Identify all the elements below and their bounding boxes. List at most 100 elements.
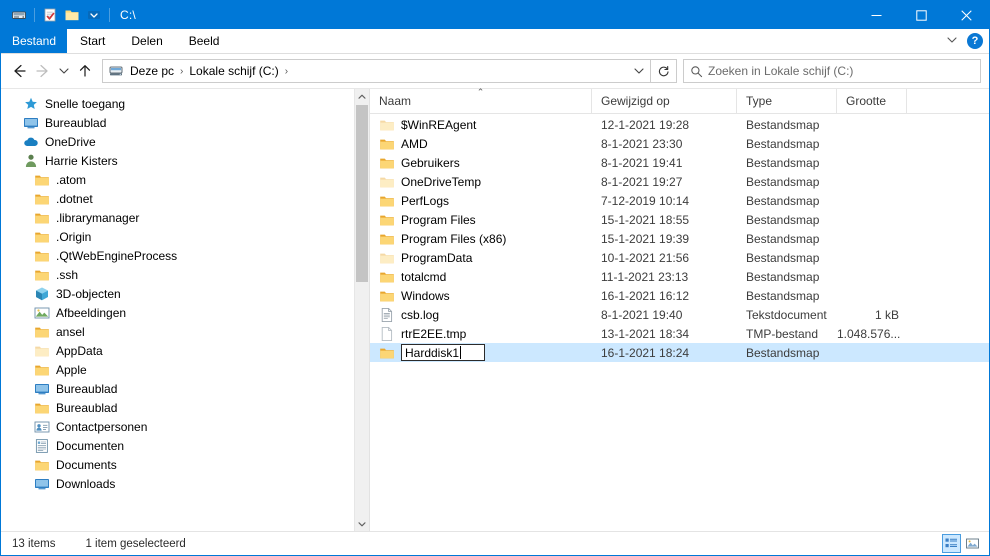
sidebar-item-label: OneDrive [45,134,96,149]
maximize-button[interactable] [899,1,944,29]
refresh-button[interactable] [651,59,677,83]
column-header-gewijzigd-op-label: Gewijzigd op [601,94,670,108]
sidebar-item-dotnet[interactable]: .dotnet [1,189,369,208]
minimize-button[interactable] [854,1,899,29]
chevron-down-icon[interactable] [946,34,958,49]
file-name-cell[interactable]: Harddisk1 [370,344,592,361]
breadcrumb-item-1[interactable]: Lokale schijf (C:) [185,64,282,78]
scroll-up-icon[interactable] [355,89,369,104]
sidebar-item-librarymanager[interactable]: .librarymanager [1,208,369,227]
table-row[interactable]: Program Files (x86) 15-1-2021 19:39 Bestan… [370,229,989,248]
rename-input[interactable]: Harddisk1 [401,344,485,361]
column-header-type-label: Type [746,94,773,108]
table-row[interactable]: PerfLogs 7-12-2019 10:14 Bestandsmap [370,191,989,210]
recent-locations-icon[interactable] [55,59,73,83]
scrollbar-thumb[interactable] [356,105,368,282]
file-name-cell[interactable]: AMD [370,136,592,152]
table-row[interactable]: OneDriveTemp 8-1-2021 19:27 Bestandsmap [370,172,989,191]
sidebar-item-qtwebengineprocess[interactable]: .QtWebEngineProcess [1,246,369,265]
file-type-cell: Bestandsmap [746,231,820,246]
back-button[interactable] [7,59,31,83]
file-size-cell: 1.048.576... [837,326,901,341]
file-name-cell[interactable]: rtrE2EE.tmp [370,326,592,342]
file-name-cell[interactable]: Windows [370,288,592,304]
table-row[interactable]: Program Files 15-1-2021 18:55 Bestandsmap [370,210,989,229]
file-modified-cell: 8-1-2021 23:30 [601,136,683,151]
sidebar-item-apple[interactable]: Apple [1,360,369,379]
sidebar-item-downloads[interactable]: Downloads [1,474,369,493]
address-dropdown-icon[interactable] [628,60,650,82]
toolbar-separator [34,8,35,22]
file-name-cell[interactable]: Program Files (x86) [370,231,592,247]
up-button[interactable] [73,59,97,83]
sidebar-item-onedrive[interactable]: OneDrive [1,132,369,151]
breadcrumb-separator-0[interactable]: › [178,66,185,77]
sidebar-item-bureaublad[interactable]: Bureaublad [1,398,369,417]
table-row[interactable]: Harddisk1 16-1-2021 18:24 Bestandsmap [370,343,989,362]
file-name-label: csb.log [401,307,440,322]
sidebar-item-bureaublad[interactable]: Bureaublad [1,113,369,132]
sidebar-item-ansel[interactable]: ansel [1,322,369,341]
breadcrumb-bar[interactable]: Deze pc › Lokale schijf (C:) › [102,59,651,83]
sidebar-item-afbeeldingen[interactable]: Afbeeldingen [1,303,369,322]
table-row[interactable]: ProgramData 10-1-2021 21:56 Bestandsmap [370,248,989,267]
table-row[interactable]: rtrE2EE.tmp 13-1-2021 18:34 TMP-bestand 1.0… [370,324,989,343]
selection-count-label: 1 item geselecteerd [85,537,186,550]
sidebar-item-origin[interactable]: .Origin [1,227,369,246]
column-header-gewijzigd-op[interactable]: Gewijzigd op [592,89,737,113]
table-row[interactable]: $WinREAgent 12-1-2021 19:28 Bestandsmap [370,115,989,134]
tab-beeld[interactable]: Beeld [176,29,233,53]
sidebar-item-3d-objecten[interactable]: 3D-objecten [1,284,369,303]
breadcrumb-separator-1[interactable]: › [283,66,290,77]
sidebar-item-harrie-kisters[interactable]: Harrie Kisters [1,151,369,170]
table-row[interactable]: Gebruikers 8-1-2021 19:41 Bestandsmap [370,153,989,172]
tab-delen[interactable]: Delen [118,29,175,53]
sidebar-item-snelle-toegang[interactable]: Snelle toegang [1,94,369,113]
sidebar-item-label: Bureaublad [56,381,118,396]
sidebar-item-contactpersonen[interactable]: Contactpersonen [1,417,369,436]
file-name-cell[interactable]: PerfLogs [370,193,592,209]
file-name-cell[interactable]: csb.log [370,307,592,323]
sidebar-item-atom[interactable]: .atom [1,170,369,189]
file-modified-cell: 16-1-2021 16:12 [601,288,690,303]
sidebar-item-ssh[interactable]: .ssh [1,265,369,284]
search-box[interactable]: Zoeken in Lokale schijf (C:) [683,59,981,83]
folder-icon [379,193,395,209]
file-name-cell[interactable]: Program Files [370,212,592,228]
customize-dropdown-icon[interactable] [83,4,105,26]
column-header-naam[interactable]: Naam ⌃ [370,88,592,113]
sidebar-item-bureaublad[interactable]: Bureaublad [1,379,369,398]
blank-file-icon [379,326,395,342]
close-button[interactable] [944,1,989,29]
forward-button[interactable] [31,59,55,83]
search-input[interactable]: Zoeken in Lokale schijf (C:) [708,64,853,78]
file-name-cell[interactable]: Gebruikers [370,155,592,171]
sidebar-item-appdata[interactable]: AppData [1,341,369,360]
file-type-cell: Bestandsmap [746,117,820,132]
sidebar-item-documents[interactable]: Documents [1,455,369,474]
tab-start[interactable]: Start [67,29,118,53]
help-icon[interactable]: ? [967,33,983,49]
details-view-button[interactable] [942,534,961,553]
sidebar-item-documenten[interactable]: Documenten [1,436,369,455]
explorer-drive-icon[interactable] [8,4,30,26]
column-header-grootte[interactable]: Grootte [837,89,907,113]
scroll-down-icon[interactable] [355,516,369,531]
navigation-scrollbar[interactable] [354,89,369,531]
properties-icon[interactable] [39,4,61,26]
tab-bestand[interactable]: Bestand [1,29,68,53]
table-row[interactable]: AMD 8-1-2021 23:30 Bestandsmap [370,134,989,153]
file-name-cell[interactable]: totalcmd [370,269,592,285]
file-modified-cell: 16-1-2021 18:24 [601,345,690,360]
file-explorer-window: C:\ Bestand Start Delen Beeld ? Deze pc … [0,0,990,556]
column-header-type[interactable]: Type [737,89,837,113]
file-name-cell[interactable]: $WinREAgent [370,117,592,133]
file-name-cell[interactable]: ProgramData [370,250,592,266]
file-name-cell[interactable]: OneDriveTemp [370,174,592,190]
large-icons-view-button[interactable] [963,534,982,553]
table-row[interactable]: Windows 16-1-2021 16:12 Bestandsmap [370,286,989,305]
breadcrumb-item-0[interactable]: Deze pc [126,64,178,78]
table-row[interactable]: totalcmd 11-1-2021 23:13 Bestandsmap [370,267,989,286]
new-folder-icon[interactable] [61,4,83,26]
table-row[interactable]: csb.log 8-1-2021 19:40 Tekstdocument 1 kB [370,305,989,324]
